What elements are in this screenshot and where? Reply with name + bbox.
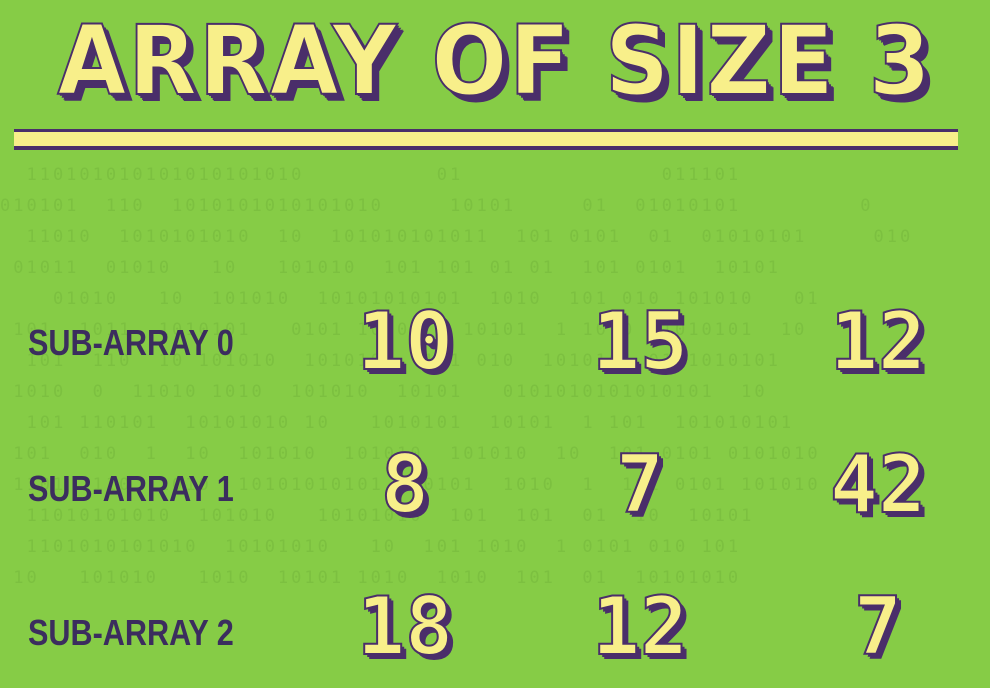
cell-1-2: 42 — [829, 438, 927, 531]
cell-0-2: 12 — [829, 295, 927, 388]
cell-0-1: 15 — [591, 295, 689, 388]
title-underline — [14, 132, 958, 146]
cell-1-0: 8 — [380, 438, 430, 531]
cell-0-0: 10 — [356, 295, 454, 388]
row-label-sub-array-0: SUB-ARRAY 0 — [28, 322, 234, 363]
cell-1-1: 7 — [615, 438, 665, 531]
cell-2-1: 12 — [591, 580, 689, 673]
row-label-sub-array-1: SUB-ARRAY 1 — [28, 468, 234, 509]
cell-2-0: 18 — [356, 580, 454, 673]
cell-2-2: 7 — [853, 580, 903, 673]
row-label-sub-array-2: SUB-ARRAY 2 — [28, 612, 234, 653]
page-title: ARRAY OF SIZE 3 — [56, 5, 933, 117]
